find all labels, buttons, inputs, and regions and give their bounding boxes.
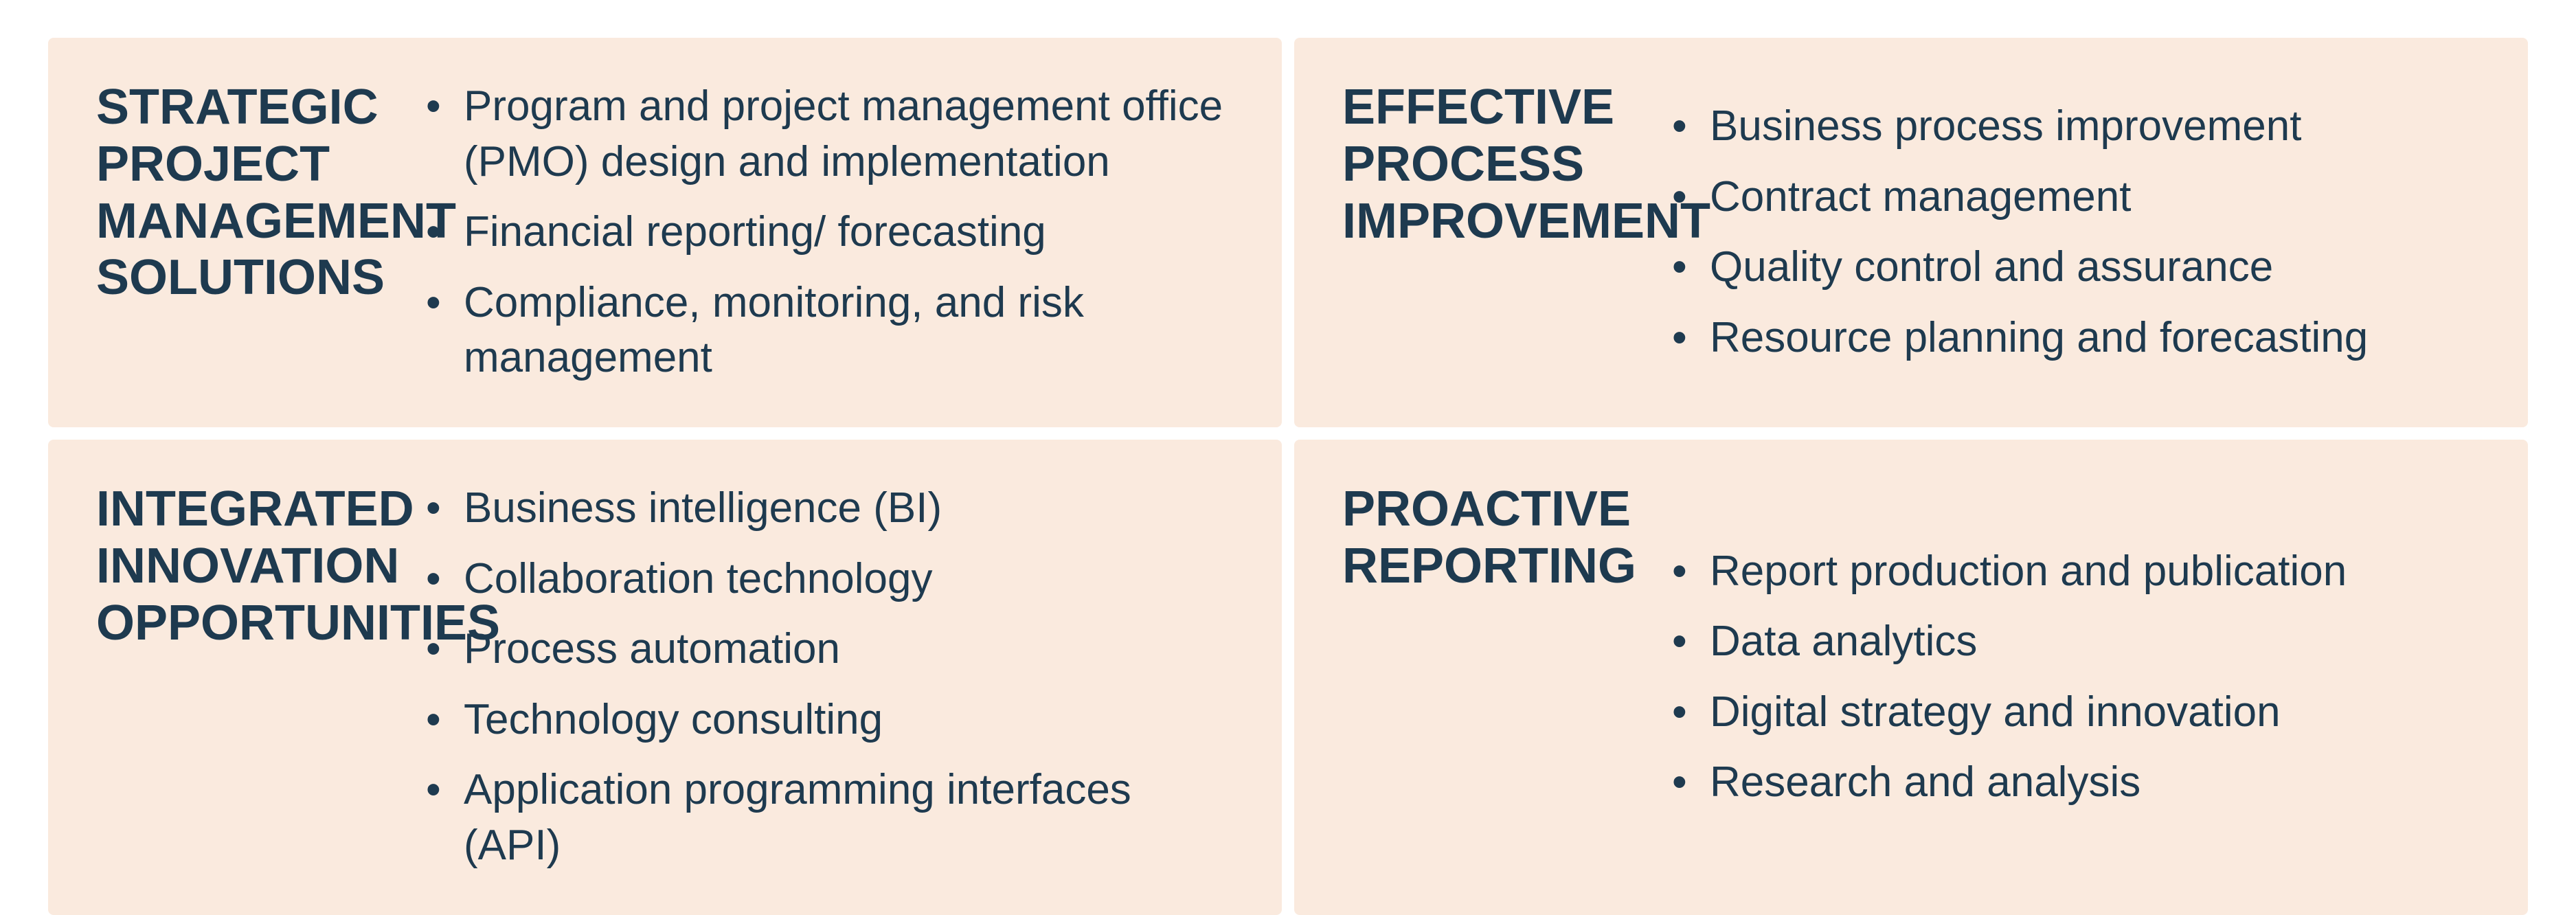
card-proactive-reporting: PROACTIVE REPORTINGReport production and…	[1294, 440, 2528, 915]
bullet-item: Business process improvement	[1672, 99, 2368, 155]
card-strategic-project-management: STRATEGIC PROJECT MANAGEMENT SOLUTIONS Pr…	[48, 38, 1282, 427]
card-content-effective-process-improvement: Business process improvement Contract man…	[1672, 79, 2368, 386]
bullet-item: Quality control and assurance	[1672, 240, 2368, 295]
bullet-item: Data analytics	[1672, 614, 2347, 670]
main-grid: STRATEGIC PROJECT MANAGEMENT SOLUTIONS Pr…	[34, 24, 2542, 835]
card-content-proactive-reporting: Report production and publication Data an…	[1672, 481, 2347, 874]
bullet-item: Compliance, monitoring, and risk managem…	[426, 275, 1234, 386]
bullet-item: Collaboration technology	[426, 552, 1234, 607]
card-title-proactive-reporting: PROACTIVE REPORTING	[1342, 481, 1631, 874]
card-title-integrated-innovation: INTEGRATED INNOVATION OPPORTUNITIES	[96, 481, 385, 874]
bullet-item: Report production and publication	[1672, 544, 2347, 600]
bullet-item: Program and project management office (P…	[426, 79, 1234, 190]
card-content-strategic-project-management: Program and project management office (P…	[426, 79, 1234, 386]
card-integrated-innovation: INTEGRATED INNOVATION OPPORTUNITIESBusin…	[48, 440, 1282, 915]
bullet-list-effective-process-improvement: Business process improvement Contract man…	[1672, 99, 2368, 365]
bullet-item: Resource planning and forecasting	[1672, 310, 2368, 366]
bullet-item: Application programming interfaces (API)	[426, 762, 1234, 873]
bullet-list-integrated-innovation: Business intelligence (BI) Collaboration …	[426, 481, 1234, 874]
bullet-item: Process automation	[426, 622, 1234, 677]
bullet-item: Contract management	[1672, 170, 2368, 225]
card-effective-process-improvement: EFFECTIVE PROCESS IMPROVEMENTBusiness pr…	[1294, 38, 2528, 427]
bullet-item: Research and analysis	[1672, 755, 2347, 811]
bullet-item: Financial reporting/ forecasting	[426, 205, 1234, 260]
bullet-item: Technology consulting	[426, 692, 1234, 748]
card-content-integrated-innovation: Business intelligence (BI) Collaboration …	[426, 481, 1234, 874]
bullet-item: Digital strategy and innovation	[1672, 685, 2347, 741]
bullet-list-strategic-project-management: Program and project management office (P…	[426, 79, 1234, 386]
bullet-item: Business intelligence (BI)	[426, 481, 1234, 536]
bullet-list-proactive-reporting: Report production and publication Data an…	[1672, 544, 2347, 811]
card-title-strategic-project-management: STRATEGIC PROJECT MANAGEMENT SOLUTIONS	[96, 79, 385, 386]
card-title-effective-process-improvement: EFFECTIVE PROCESS IMPROVEMENT	[1342, 79, 1631, 386]
